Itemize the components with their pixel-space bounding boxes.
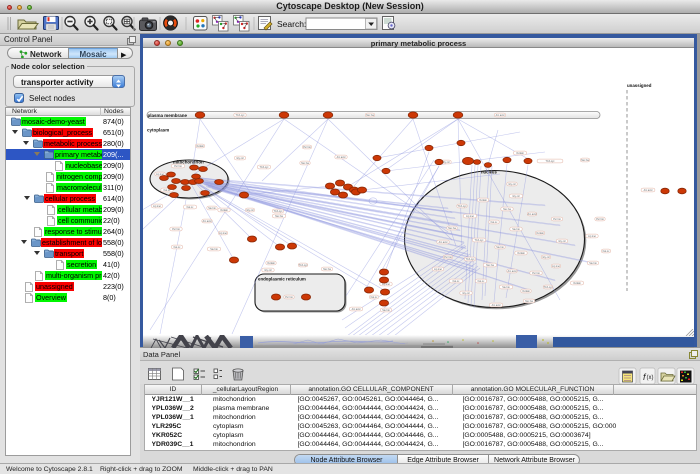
svg-text:Search:: Search: — [277, 19, 306, 29]
svg-text:Pur bio: Pur bio — [285, 296, 293, 299]
svg-text:Fat ox: Fat ox — [491, 221, 498, 224]
svg-text:Am acid: Am acid — [352, 308, 361, 311]
svg-text:Pur bio: Pur bio — [172, 228, 180, 231]
svg-text:Fat ox: Fat ox — [478, 280, 485, 283]
svg-text:Oxidati: Oxidati — [220, 209, 228, 212]
svg-text:(x): (x) — [647, 375, 654, 381]
svg-text:Fat ox: Fat ox — [187, 206, 194, 209]
svg-text:Oxidati: Oxidati — [479, 199, 487, 202]
svg-text:Oxidati: Oxidati — [517, 252, 525, 255]
svg-text:Pur bio: Pur bio — [174, 165, 182, 168]
svg-text:Ste bio: Ste bio — [496, 246, 504, 249]
svg-text:endoplasmic reticulum: endoplasmic reticulum — [258, 277, 306, 282]
svg-text:Am acid: Am acid — [508, 270, 517, 273]
svg-text:Ste bio: Ste bio — [382, 309, 390, 312]
svg-text:Nuc ba: Nuc ba — [366, 114, 374, 117]
svg-text:Am acid: Am acid — [528, 213, 537, 216]
svg-text:TCA cyc: TCA cyc — [299, 264, 309, 267]
svg-text:Lip met: Lip met — [588, 235, 596, 238]
svg-text:plasma membrane: plasma membrane — [148, 113, 188, 118]
svg-text:Oxidati: Oxidati — [516, 152, 524, 155]
svg-text:Nuc ba: Nuc ba — [525, 300, 533, 303]
svg-text:Nuc ba: Nuc ba — [581, 159, 589, 162]
svg-text:Am acid: Am acid — [337, 156, 346, 159]
svg-text:Gly col: Gly col — [246, 209, 254, 212]
svg-text:TCA cyc: TCA cyc — [260, 166, 270, 169]
svg-text:Nuc ba: Nuc ba — [275, 215, 283, 218]
svg-text:Ste bio: Ste bio — [502, 286, 510, 289]
svg-text:Oxidati: Oxidati — [522, 290, 530, 293]
svg-text:Ste bio: Ste bio — [512, 228, 520, 231]
svg-text:Gly col: Gly col — [264, 269, 272, 272]
svg-text:Gly col: Gly col — [508, 183, 516, 186]
svg-text:Gly col: Gly col — [236, 157, 244, 160]
svg-text:Nuc ba: Nuc ba — [503, 208, 511, 211]
svg-text:Fat ox: Fat ox — [371, 296, 378, 299]
svg-text:nucleus: nucleus — [481, 170, 497, 175]
svg-text:Lip met: Lip met — [434, 268, 442, 271]
svg-text:Oxidati: Oxidati — [573, 282, 581, 285]
svg-text:TCA cyc: TCA cyc — [274, 210, 284, 213]
svg-text:unassigned: unassigned — [627, 83, 652, 88]
svg-text:Ste bio: Ste bio — [589, 262, 597, 265]
svg-text:Oxidati: Oxidati — [196, 145, 204, 148]
svg-text:Lip met: Lip met — [552, 265, 560, 268]
svg-text:Fat ox: Fat ox — [603, 250, 610, 253]
svg-text:TCA cyc: TCA cyc — [546, 160, 556, 163]
svg-text:Fat ox: Fat ox — [174, 246, 181, 249]
svg-text:Oxidati: Oxidati — [536, 232, 544, 235]
svg-text:Pur bio: Pur bio — [532, 272, 540, 275]
svg-text:Nuc ba: Nuc ba — [323, 268, 331, 271]
svg-text:Gly col: Gly col — [442, 161, 450, 164]
svg-text:TCA cyc: TCA cyc — [466, 258, 476, 261]
svg-text:Ste bio: Ste bio — [208, 207, 216, 210]
svg-text:Gly col: Gly col — [512, 195, 520, 198]
svg-text:Oxidati: Oxidati — [267, 262, 275, 265]
svg-text:Nuc ba: Nuc ba — [301, 162, 309, 165]
svg-text:Nuc ba: Nuc ba — [448, 227, 456, 230]
svg-text:Am acid: Am acid — [203, 220, 212, 223]
svg-text:Lip met: Lip met — [466, 215, 474, 218]
svg-text:Gly col: Gly col — [542, 256, 550, 259]
svg-text:mitochondrion: mitochondrion — [173, 160, 204, 165]
svg-text:Pur bio: Pur bio — [553, 218, 561, 221]
svg-text:Fat ox: Fat ox — [453, 280, 460, 283]
svg-text:Am acid: Am acid — [644, 189, 653, 192]
svg-text:Pur bio: Pur bio — [596, 218, 604, 221]
svg-text:Lip met: Lip met — [219, 232, 227, 235]
svg-text:TCA cyc: TCA cyc — [236, 114, 246, 117]
svg-text:Gly col: Gly col — [462, 292, 470, 295]
svg-text:Pur bio: Pur bio — [303, 146, 311, 149]
svg-text:TCA cyc: TCA cyc — [475, 239, 485, 242]
svg-text:Pur bio: Pur bio — [444, 256, 452, 259]
svg-text:TCA cyc: TCA cyc — [544, 286, 554, 289]
svg-text:Am acid: Am acid — [492, 304, 501, 307]
svg-text:Am acid: Am acid — [496, 114, 505, 117]
svg-text:cytoplasm: cytoplasm — [147, 128, 169, 133]
svg-text:TCA cyc: TCA cyc — [458, 205, 468, 208]
svg-text:Am acid: Am acid — [439, 241, 448, 244]
svg-text:Ste bio: Ste bio — [210, 248, 218, 251]
svg-text:Gly col: Gly col — [558, 240, 566, 243]
svg-text:Nuc ba: Nuc ba — [486, 264, 494, 267]
svg-text:Lip met: Lip met — [153, 205, 161, 208]
